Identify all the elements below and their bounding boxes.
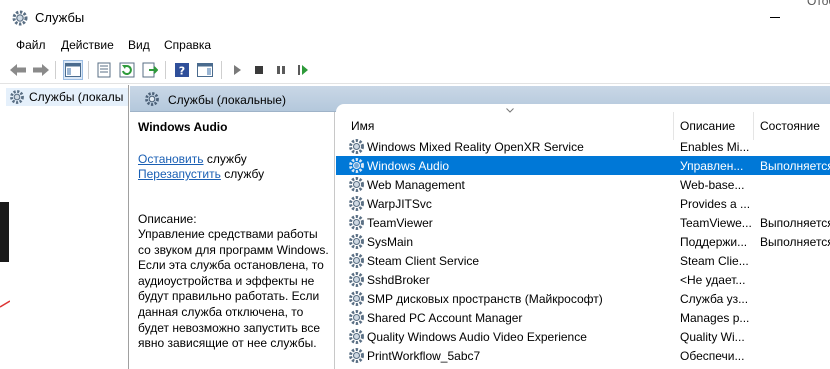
pause-service-icon[interactable]	[271, 60, 291, 80]
service-gear-icon	[349, 310, 364, 325]
clipped-overlay-text: Отобра	[807, 0, 830, 8]
services-gear-icon	[145, 92, 159, 106]
service-description: Обеспечи...	[680, 349, 745, 363]
service-name: SysMain	[367, 235, 414, 249]
service-row[interactable]: SMP дисковых пространств (Майкрософт) Слу…	[336, 289, 830, 308]
service-name: Quality Windows Audio Video Experience	[367, 330, 587, 344]
services-gear-icon	[12, 10, 28, 26]
background-fragment-red	[0, 300, 10, 308]
service-gear-icon	[349, 329, 364, 344]
export-list-icon[interactable]	[140, 60, 160, 80]
service-description: TeamViewe...	[680, 216, 752, 230]
description-label: Описание:	[138, 212, 197, 226]
service-name: Web Management	[367, 178, 465, 192]
show-hide-console-tree-icon[interactable]	[63, 60, 83, 80]
service-gear-icon	[349, 348, 364, 363]
console-tree: Службы (локалы	[0, 85, 129, 369]
service-row[interactable]: Windows Mixed Reality OpenXR Service Enab…	[336, 137, 830, 156]
toolbar: ?	[0, 56, 830, 84]
start-service-icon[interactable]	[227, 60, 247, 80]
service-gear-icon	[349, 234, 364, 249]
pane-title: Службы (локальные)	[168, 93, 286, 107]
back-icon[interactable]	[8, 60, 28, 80]
service-status: Выполняется	[760, 216, 830, 230]
service-row[interactable]: Steam Client Service Steam Clie...	[336, 251, 830, 270]
service-gear-icon	[349, 158, 364, 173]
window-title: Службы	[35, 10, 85, 25]
service-gear-icon	[349, 196, 364, 211]
svg-text:?: ?	[179, 65, 185, 78]
service-row[interactable]: SshdBroker <Не удает...	[336, 270, 830, 289]
service-gear-icon	[349, 215, 364, 230]
service-description: Manages p...	[680, 311, 750, 325]
restart-service-suffix: службу	[220, 167, 265, 181]
action-pane-icon[interactable]	[195, 60, 215, 80]
menu-action[interactable]: Действие	[61, 38, 114, 52]
service-description: Quality Wi...	[680, 330, 745, 344]
service-description: Служба уз...	[680, 292, 749, 306]
service-name: Shared PC Account Manager	[367, 311, 523, 325]
column-header-description[interactable]: Описание	[680, 112, 735, 140]
service-row[interactable]: WarpJITSvc Provides a ...	[336, 194, 830, 213]
service-status: Выполняется	[760, 159, 830, 173]
services-gear-icon	[10, 90, 24, 104]
service-row[interactable]: Quality Windows Audio Video Experience Qu…	[336, 327, 830, 346]
minimize-button[interactable]	[770, 17, 780, 18]
service-row[interactable]: SysMain Поддержи... Выполняется	[336, 232, 830, 251]
refresh-icon[interactable]	[117, 60, 137, 80]
service-row[interactable]: Web Management Web-base...	[336, 175, 830, 194]
tree-item-label: Службы (локалы	[29, 90, 124, 104]
service-description: Управлен...	[680, 159, 744, 173]
menu-view[interactable]: Вид	[128, 38, 150, 52]
resume-service-icon[interactable]	[293, 60, 313, 80]
menu-help[interactable]: Справка	[164, 38, 211, 52]
title-bar: Службы Отобра	[0, 0, 830, 34]
service-name: PrintWorkflow_5abc7	[367, 349, 481, 363]
service-gear-icon	[349, 139, 364, 154]
services-list: Имя Описание Состояние Windows Mixed Rea…	[336, 104, 830, 369]
service-gear-icon	[349, 272, 364, 287]
service-gear-icon	[349, 253, 364, 268]
restart-service-row: Перезапустить службу	[138, 167, 264, 181]
stop-service-row: Остановить службу	[138, 152, 247, 166]
service-name: SMP дисковых пространств (Майкрософт)	[367, 292, 603, 306]
selected-service-title: Windows Audio	[138, 120, 228, 134]
service-description: Web-base...	[680, 178, 745, 192]
sort-chevron-icon	[506, 108, 514, 113]
service-name: Steam Client Service	[367, 254, 480, 268]
service-row[interactable]: Shared PC Account Manager Manages p...	[336, 308, 830, 327]
tree-item-services-local[interactable]: Службы (локалы	[6, 88, 128, 106]
service-description: Steam Clie...	[680, 254, 749, 268]
forward-icon[interactable]	[31, 60, 51, 80]
menu-bar: Файл Действие Вид Справка	[0, 34, 830, 56]
properties-icon[interactable]	[94, 60, 114, 80]
service-row[interactable]: Windows Audio Управлен... Выполняется	[336, 156, 830, 175]
service-gear-icon	[349, 291, 364, 306]
menu-file[interactable]: Файл	[16, 38, 46, 52]
service-description: Enables Mi...	[680, 140, 750, 154]
column-header-name[interactable]: Имя	[351, 112, 374, 140]
background-fragment	[0, 202, 9, 262]
service-row[interactable]: PrintWorkflow_5abc7 Обеспечи...	[336, 346, 830, 365]
service-row[interactable]: TeamViewer TeamViewe... Выполняется	[336, 213, 830, 232]
service-description: Поддержи...	[680, 235, 748, 249]
stop-service-link[interactable]: Остановить	[138, 152, 204, 166]
service-status: Выполняется	[760, 235, 830, 249]
service-description: Provides a ...	[680, 197, 751, 211]
description-text: Управление средствами работы со звуком д…	[138, 227, 329, 351]
stop-service-suffix: службу	[203, 152, 247, 166]
stop-service-icon[interactable]	[249, 60, 269, 80]
service-name: Windows Audio	[367, 159, 450, 173]
restart-service-link[interactable]: Перезапустить	[138, 167, 221, 181]
column-header-status[interactable]: Состояние	[760, 112, 820, 140]
service-name: Windows Mixed Reality OpenXR Service	[367, 140, 584, 154]
service-description: <Не удает...	[680, 273, 746, 287]
service-name: SshdBroker	[367, 273, 430, 287]
description-pane: Windows Audio Остановить службу Перезапу…	[130, 112, 335, 369]
service-gear-icon	[349, 177, 364, 192]
service-name: WarpJITSvc	[367, 197, 432, 211]
help-icon[interactable]: ?	[172, 60, 192, 80]
service-name: TeamViewer	[367, 216, 433, 230]
